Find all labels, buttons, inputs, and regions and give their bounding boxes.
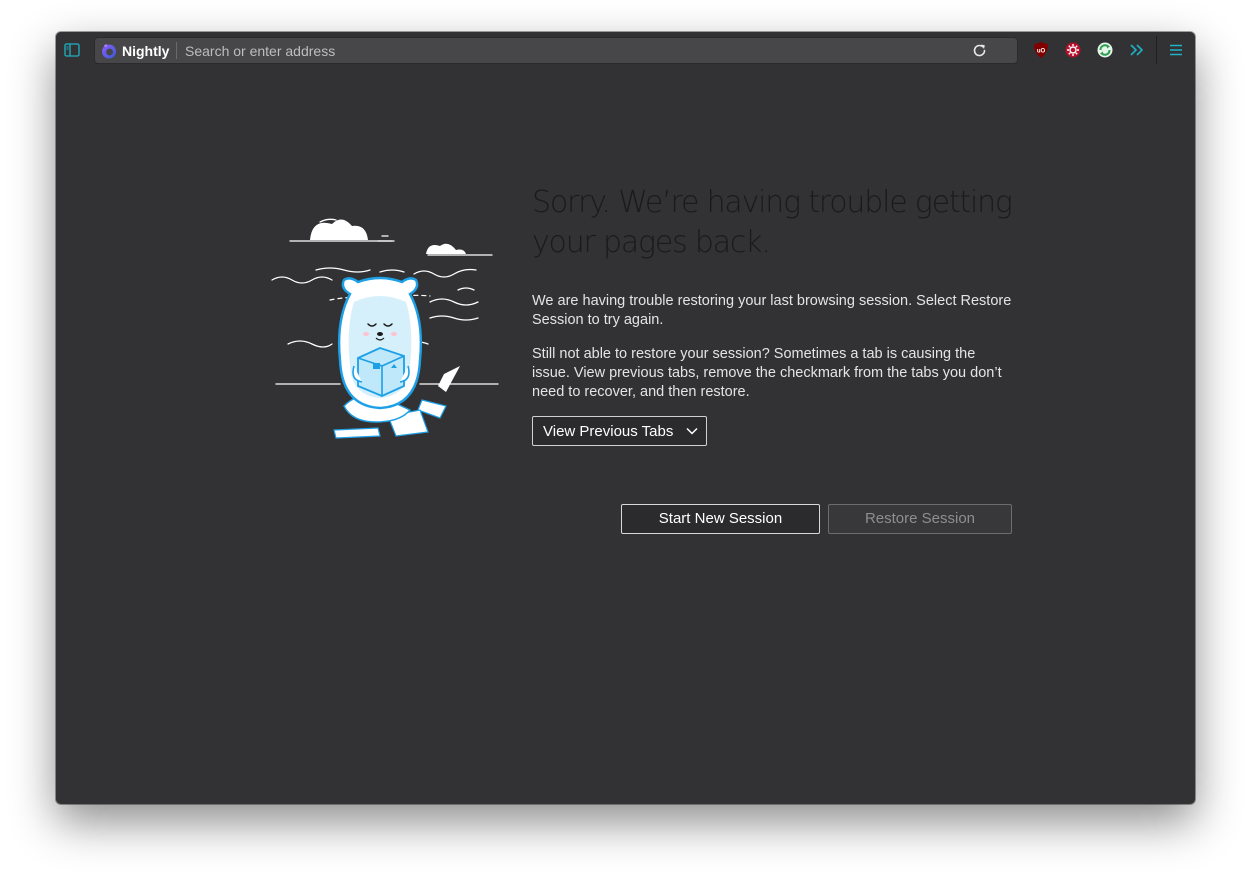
restore-session-button[interactable]: Restore Session [828,504,1012,534]
hamburger-menu-icon[interactable] [1168,42,1184,58]
start-new-session-button[interactable]: Start New Session [621,504,820,534]
sidebar-toggle-icon[interactable] [64,42,80,58]
url-bar[interactable]: Nightly [94,37,1018,64]
address-input[interactable] [185,38,945,63]
troubleshoot-description: Still not able to restore your session? … [532,346,1002,400]
restore-description: We are having trouble restoring your las… [532,293,1012,328]
view-previous-tabs-button[interactable]: View Previous Tabs [532,416,707,446]
start-new-session-label: Start New Session [658,510,783,527]
brand-label: Nightly [122,42,170,59]
extension-red-gear-icon[interactable] [1064,41,1082,59]
chevron-down-icon [686,427,698,435]
ublock-origin-icon[interactable]: uO [1032,41,1050,59]
overflow-chevrons-icon[interactable] [1128,41,1146,59]
identity-box[interactable]: Nightly [101,38,169,63]
view-previous-tabs-label: View Previous Tabs [543,422,674,440]
page-title: Sorry. We’re having trouble getting your… [532,185,1013,260]
urlbar-divider [176,42,177,59]
browser-window: Nightly uO [56,32,1195,804]
extension-green-sync-icon[interactable] [1096,41,1114,59]
restore-error-illustration [271,218,499,439]
restore-session-label: Restore Session [864,510,976,527]
toolbar-separator [1156,36,1157,64]
nightly-logo-icon [102,43,116,58]
reload-icon[interactable] [971,42,988,59]
navigation-toolbar: Nightly uO [56,32,1195,68]
svg-text:uO: uO [1037,49,1046,55]
